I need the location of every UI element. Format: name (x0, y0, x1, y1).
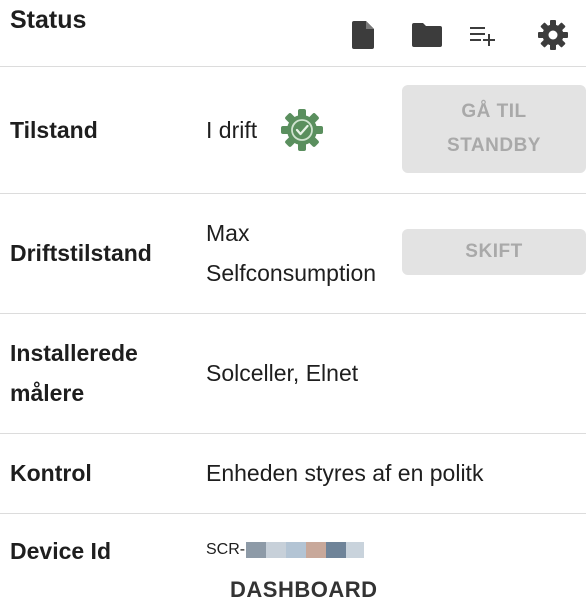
playlist-add-icon[interactable] (468, 20, 498, 50)
driftstilstand-label: Driftstilstand (10, 240, 152, 266)
installerede-label-line1: Installerede (10, 340, 138, 366)
redaction-block (246, 542, 266, 558)
file-icon[interactable] (348, 20, 378, 50)
status-header: Status (0, 0, 586, 67)
goto-standby-label-line2: STANDBY (447, 135, 541, 156)
dashboard-link[interactable]: DASHBOARD (230, 577, 378, 603)
page-title: Status (10, 6, 87, 34)
skift-button[interactable]: SKIFT (402, 229, 586, 275)
tilstand-value: I drift (206, 117, 258, 143)
device-id-value: SCR- (206, 541, 246, 558)
installerede-value: Solceller, Elnet (206, 360, 359, 386)
driftstilstand-value-line1: Max (206, 220, 250, 246)
redaction-block (286, 542, 306, 558)
row-driftstilstand: Driftstilstand Max Selfconsumption SKIFT (0, 193, 586, 314)
row-kontrol: Kontrol Enheden styres af en politk (0, 433, 586, 514)
redaction-block (266, 542, 286, 558)
redaction-block (326, 542, 346, 558)
gear-check-icon (281, 109, 323, 151)
installerede-label-line2: målere (10, 380, 85, 406)
redaction-block (346, 542, 364, 558)
goto-standby-button[interactable]: GÅ TIL STANDBY (402, 85, 586, 173)
gear-icon[interactable] (538, 20, 568, 50)
folder-icon[interactable] (412, 20, 442, 50)
redaction-block (306, 542, 326, 558)
kontrol-value: Enheden styres af en politk (206, 460, 484, 486)
goto-standby-label-line1: GÅ TIL (461, 101, 527, 122)
row-installerede-maalere: Installerede målere Solceller, Elnet (0, 313, 586, 434)
kontrol-label: Kontrol (10, 460, 92, 486)
device-id-label: Device Id (10, 538, 111, 564)
driftstilstand-value-line2: Selfconsumption (206, 260, 377, 286)
tilstand-label: Tilstand (10, 117, 98, 143)
